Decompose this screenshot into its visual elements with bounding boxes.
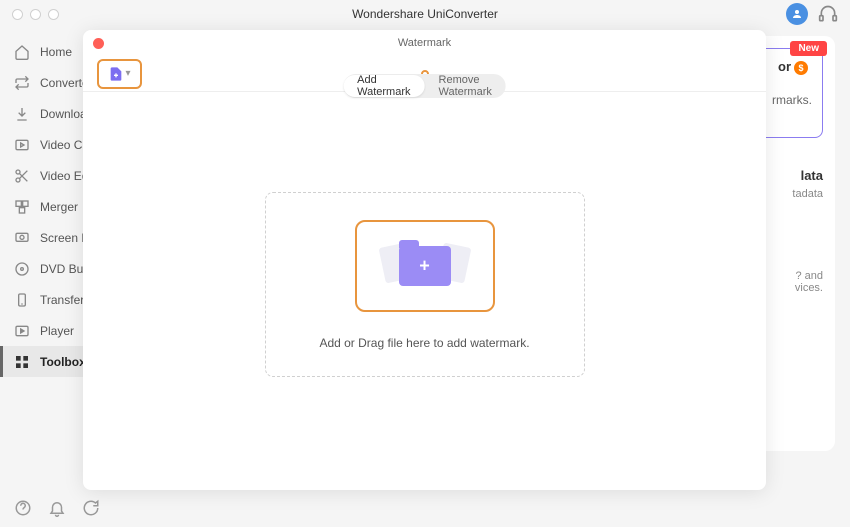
feedback-icon[interactable]: [82, 499, 100, 517]
user-icon: [791, 8, 803, 20]
drop-zone-text: Add or Drag file here to add watermark.: [319, 336, 529, 350]
minimize-window-icon[interactable]: [30, 9, 41, 20]
promo-title: or$: [778, 59, 808, 75]
app-titlebar: Wondershare UniConverter: [0, 0, 850, 28]
sidebar-item-label: Home: [40, 45, 72, 59]
add-file-button[interactable]: ▾: [97, 59, 142, 89]
modal-toolbar: ▾ Add Watermark Remove Watermark: [83, 56, 766, 92]
folder-illustration[interactable]: +: [355, 220, 495, 312]
chevron-down-icon: ▾: [125, 68, 130, 79]
tab-remove-watermark[interactable]: Remove Watermark: [425, 75, 506, 97]
window-controls[interactable]: [12, 9, 59, 20]
modal-titlebar: Watermark: [83, 30, 766, 56]
file-plus-icon: [108, 66, 124, 82]
scissors-icon: [14, 168, 30, 184]
support-icon[interactable]: [818, 4, 838, 24]
dvd-icon: [14, 261, 30, 277]
watermark-tabs: Add Watermark Remove Watermark: [343, 74, 506, 98]
help-icon[interactable]: [14, 499, 32, 517]
bell-icon[interactable]: [48, 499, 66, 517]
plus-icon: +: [419, 255, 430, 276]
sidebar-item-label: Toolbox: [40, 355, 86, 369]
close-window-icon[interactable]: [12, 9, 23, 20]
folder-icon: +: [399, 246, 451, 286]
maximize-window-icon[interactable]: [48, 9, 59, 20]
sidebar-item-label: Merger: [40, 200, 78, 214]
sidebar-item-label: Transfer: [40, 293, 84, 307]
app-title: Wondershare UniConverter: [352, 7, 498, 21]
compress-icon: [14, 137, 30, 153]
download-icon: [14, 106, 30, 122]
sidebar-item-label: Player: [40, 324, 74, 338]
new-badge: New: [790, 41, 827, 56]
player-icon: [14, 323, 30, 339]
footer-toolbar: [14, 499, 100, 517]
home-icon: [14, 44, 30, 60]
user-account-button[interactable]: [786, 3, 808, 25]
record-icon: [14, 230, 30, 246]
modal-title: Watermark: [398, 37, 451, 49]
convert-icon: [14, 75, 30, 91]
dollar-badge-icon: $: [794, 61, 808, 75]
merge-icon: [14, 199, 30, 215]
grid-icon: [14, 354, 30, 370]
modal-close-icon[interactable]: [93, 38, 104, 49]
watermark-modal: Watermark ▾ Add Watermark Remove Waterma…: [83, 30, 766, 490]
tab-add-watermark[interactable]: Add Watermark: [343, 75, 424, 97]
transfer-icon: [14, 292, 30, 308]
file-drop-zone[interactable]: + Add or Drag file here to add watermark…: [265, 192, 585, 377]
